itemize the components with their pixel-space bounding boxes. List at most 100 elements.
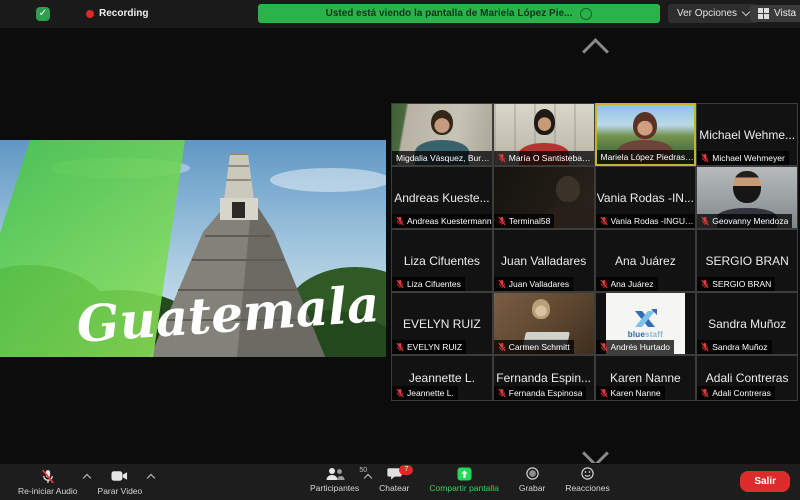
participant-label-badge: Jeannette L. xyxy=(392,386,458,400)
participant-label-badge: Adali Contreras xyxy=(697,386,775,400)
participant-tile[interactable]: Mariela López Piedrasanta xyxy=(595,103,697,166)
participant-label-badge: Terminal58 xyxy=(494,214,555,228)
muted-mic-icon xyxy=(498,153,506,163)
recording-dot-icon xyxy=(86,10,94,18)
muted-mic-icon xyxy=(600,342,608,352)
participant-tile[interactable]: Andreas Kueste... Andreas Kuestermann xyxy=(391,166,493,229)
participant-label: Liza Cifuentes xyxy=(407,279,461,289)
participant-tile[interactable]: Michael Wehme... Michael Wehmeyer xyxy=(696,103,798,166)
muted-mic-icon xyxy=(701,279,709,289)
muted-mic-icon xyxy=(600,388,608,398)
muted-mic-icon xyxy=(701,342,709,352)
muted-mic-icon xyxy=(396,279,404,289)
audio-label: Re-iniciar Audio xyxy=(18,486,78,496)
participant-tile[interactable]: Adali Contreras Adali Contreras xyxy=(696,355,798,401)
participant-label: María O Santisteban Blan... xyxy=(509,153,594,163)
reactions-label: Reacciones xyxy=(565,483,609,493)
gallery-grid: Migdalia Vásquez, Buró de... María O San… xyxy=(391,103,798,401)
muted-mic-icon xyxy=(498,342,506,352)
muted-mic-icon xyxy=(498,279,506,289)
participant-tile[interactable]: bluestaff Andrés Hurtado xyxy=(595,292,697,355)
participant-label: Adali Contreras xyxy=(712,388,771,398)
participant-tile[interactable]: María O Santisteban Blan... xyxy=(493,103,595,166)
video-camera-icon xyxy=(111,470,128,482)
participant-label-badge: SERGIO BRAN xyxy=(697,277,775,291)
recording-indicator: Recording xyxy=(86,8,148,19)
participant-label-badge: EVELYN RUIZ xyxy=(392,340,466,354)
leave-meeting-button[interactable]: Salir xyxy=(740,471,790,492)
reactions-button[interactable]: Reacciones xyxy=(555,464,619,495)
participant-label: Michael Wehmeyer xyxy=(712,153,785,163)
record-icon xyxy=(526,467,539,480)
participants-label: Participantes xyxy=(310,483,359,493)
banner-text: Usted está viendo la pantalla de Mariela… xyxy=(326,8,573,19)
participant-tile[interactable]: Migdalia Vásquez, Buró de... xyxy=(391,103,493,166)
participant-tile[interactable]: Karen Nanne Karen Nanne xyxy=(595,355,697,401)
participant-tile[interactable]: Vania Rodas -IN... Vania Rodas -INGUAT- xyxy=(595,166,697,229)
participant-label: Mariela López Piedrasanta xyxy=(601,152,695,162)
video-options-chevron[interactable] xyxy=(147,474,155,482)
participant-label: Juan Valladares xyxy=(509,279,569,289)
ver-opciones-button[interactable]: Ver Opciones xyxy=(668,4,758,23)
smiley-reactions-icon xyxy=(581,467,594,480)
participant-label-badge: Migdalia Vásquez, Buró de... xyxy=(392,151,493,165)
participant-tile[interactable]: SERGIO BRAN SERGIO BRAN xyxy=(696,229,798,292)
record-label: Grabar xyxy=(519,483,545,493)
top-bar: ✓ Recording Usted está viendo la pantall… xyxy=(0,0,800,28)
muted-mic-icon xyxy=(600,216,608,226)
video-label: Parar Video xyxy=(98,486,143,496)
participant-label-badge: Carmen Schmitt xyxy=(494,340,574,354)
participant-label-badge: Fernanda Espinosa xyxy=(494,386,587,400)
muted-mic-icon xyxy=(396,342,404,352)
chat-button[interactable]: Chatear 7 xyxy=(369,464,419,495)
participant-tile[interactable]: Juan Valladares Juan Valladares xyxy=(493,229,595,292)
participant-tile[interactable]: Fernanda Espin... Fernanda Espinosa xyxy=(493,355,595,401)
gallery-scroll-up-chevron[interactable] xyxy=(582,38,609,65)
zoom-meeting-window: ✓ Recording Usted está viendo la pantall… xyxy=(0,0,800,500)
muted-mic-icon xyxy=(701,388,709,398)
muted-mic-icon xyxy=(396,388,404,398)
chat-unread-badge: 7 xyxy=(399,465,413,475)
banner-status-icon[interactable] xyxy=(580,8,592,20)
grid-view-icon xyxy=(758,8,769,19)
participant-tile[interactable]: Ana Juárez Ana Juárez xyxy=(595,229,697,292)
participant-tile[interactable]: Terminal58 xyxy=(493,166,595,229)
participant-label-badge: Liza Cifuentes xyxy=(392,277,465,291)
muted-mic-icon xyxy=(498,216,506,226)
participant-label: Andrés Hurtado xyxy=(611,342,671,352)
participant-label-badge: Vania Rodas -INGUAT- xyxy=(596,214,697,228)
muted-mic-icon xyxy=(498,388,506,398)
guatemala-slide-image: Guatemala xyxy=(0,140,386,357)
participant-label-badge: Michael Wehmeyer xyxy=(697,151,789,165)
recording-label: Recording xyxy=(99,8,148,19)
bottom-toolbar: Re-iniciar Audio Parar Video xyxy=(0,463,800,500)
share-screen-label: Compartir pantalla xyxy=(429,483,498,493)
participant-label-badge: Andrés Hurtado xyxy=(596,340,675,354)
participants-button[interactable]: Participantes 50 xyxy=(300,464,369,495)
audio-button[interactable]: Re-iniciar Audio xyxy=(8,464,88,500)
participant-label: EVELYN RUIZ xyxy=(407,342,462,352)
participant-label: SERGIO BRAN xyxy=(712,279,771,289)
muted-mic-icon xyxy=(600,279,608,289)
ver-opciones-label: Ver Opciones xyxy=(677,8,737,19)
vista-label: Vista xyxy=(774,8,796,19)
participant-tile[interactable]: Jeannette L. Jeannette L. xyxy=(391,355,493,401)
participant-tile[interactable]: Geovanny Mendoza xyxy=(696,166,798,229)
bluestaff-logo-icon xyxy=(633,309,657,329)
participant-label: Ana Juárez xyxy=(611,279,654,289)
participant-tile[interactable]: Sandra Muñoz Sandra Muñoz xyxy=(696,292,798,355)
participant-label-badge: Geovanny Mendoza xyxy=(697,214,792,228)
participant-label: Jeannette L. xyxy=(407,388,454,398)
participant-label-badge: Andreas Kuestermann xyxy=(392,214,493,228)
video-button[interactable]: Parar Video xyxy=(88,464,153,500)
vista-button[interactable]: Vista xyxy=(750,5,800,22)
participant-label: Migdalia Vásquez, Buró de... xyxy=(396,153,492,163)
participant-tile[interactable]: Carmen Schmitt xyxy=(493,292,595,355)
participant-tile[interactable]: Liza Cifuentes Liza Cifuentes xyxy=(391,229,493,292)
share-screen-button[interactable]: Compartir pantalla xyxy=(419,464,508,495)
participant-label-badge: Karen Nanne xyxy=(596,386,665,400)
participant-label: Fernanda Espinosa xyxy=(509,388,583,398)
muted-mic-icon xyxy=(701,216,709,226)
record-button[interactable]: Grabar xyxy=(509,464,555,495)
participant-tile[interactable]: EVELYN RUIZ EVELYN RUIZ xyxy=(391,292,493,355)
